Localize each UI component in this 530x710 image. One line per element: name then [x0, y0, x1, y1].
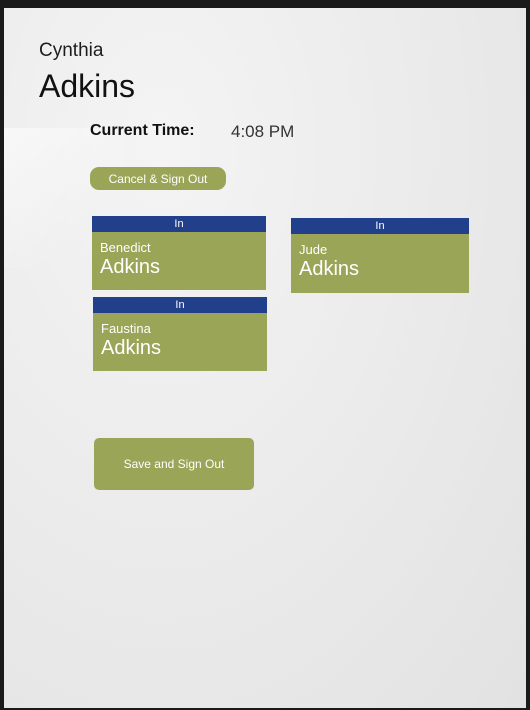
child-card-faustina[interactable]: In Faustina Adkins	[93, 297, 267, 371]
cancel-sign-out-button[interactable]: Cancel & Sign Out	[90, 167, 226, 190]
child-first-name: Jude	[299, 242, 328, 257]
status-badge: In	[92, 216, 266, 232]
status-badge: In	[93, 297, 267, 313]
child-last-name: Adkins	[101, 337, 162, 359]
child-first-name: Faustina	[101, 321, 151, 336]
device-screen: Cynthia Adkins Current Time: 4:08 PM Can…	[4, 8, 526, 708]
user-last-name: Adkins	[39, 68, 136, 104]
child-first-name: Benedict	[100, 240, 151, 255]
user-first-name: Cynthia	[39, 40, 104, 61]
save-sign-out-button[interactable]: Save and Sign Out	[94, 438, 254, 490]
child-last-name: Adkins	[100, 256, 161, 278]
current-time-value: 4:08 PM	[231, 122, 295, 141]
child-last-name: Adkins	[299, 258, 360, 280]
child-card-jude[interactable]: In Jude Adkins	[291, 218, 469, 293]
status-badge: In	[291, 218, 469, 234]
current-time-label: Current Time:	[90, 122, 195, 139]
child-card-benedict[interactable]: In Benedict Adkins	[92, 216, 266, 290]
